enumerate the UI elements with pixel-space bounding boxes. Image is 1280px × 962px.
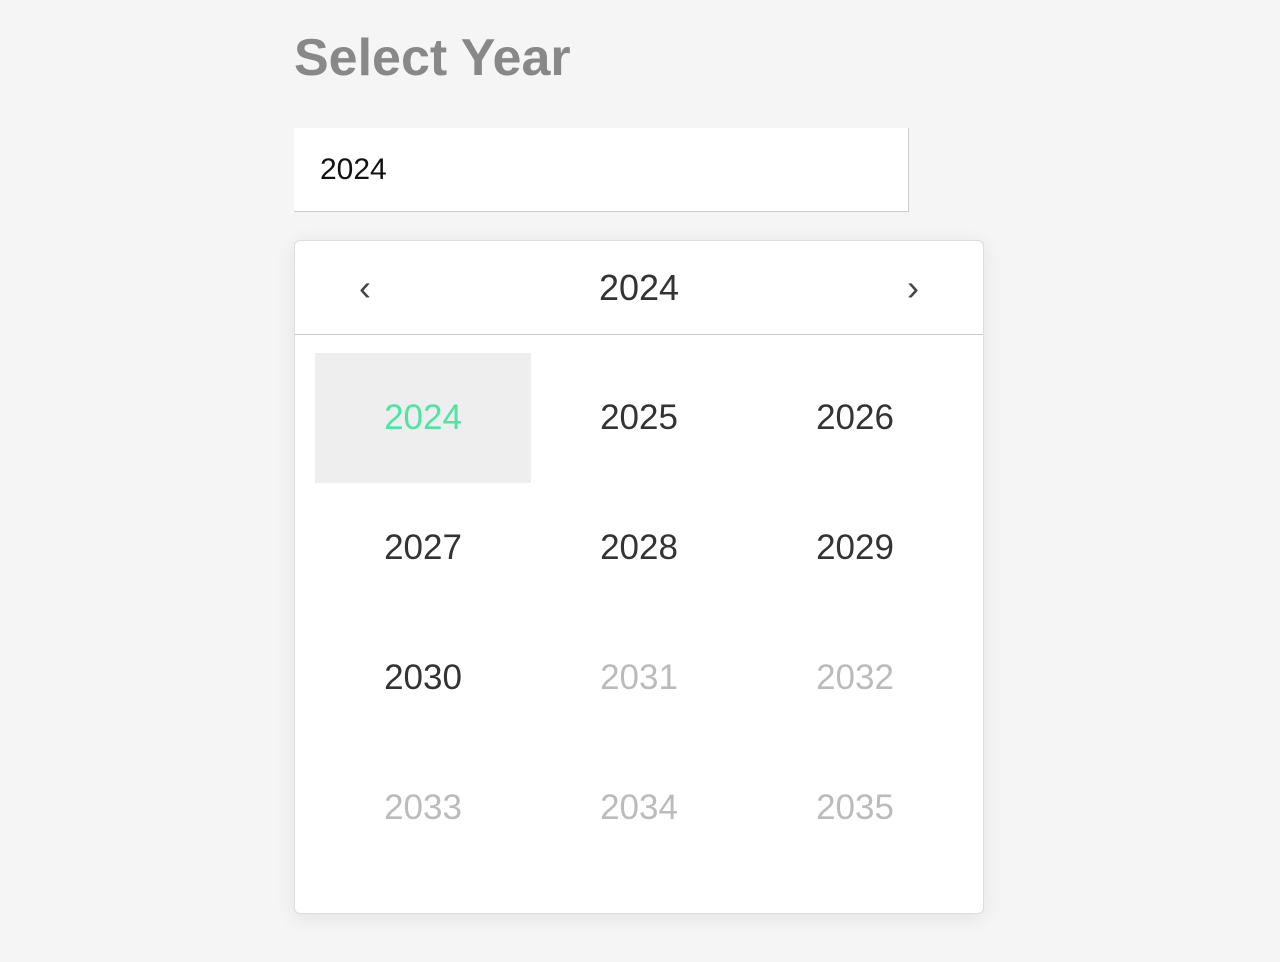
year-cell: 2033 [315,743,531,873]
next-year-button[interactable]: › [883,258,943,318]
picker-header: ‹ 2024 › [295,241,983,335]
year-cell[interactable]: 2025 [531,353,747,483]
year-cell: 2031 [531,613,747,743]
year-cell: 2034 [531,743,747,873]
year-cell[interactable]: 2028 [531,483,747,613]
page-title: Select Year [294,28,1280,88]
year-cell[interactable]: 2027 [315,483,531,613]
year-cell[interactable]: 2029 [747,483,963,613]
year-picker-panel: ‹ 2024 › 2024 2025 2026 2027 2028 2029 2… [294,240,984,914]
year-cell: 2032 [747,613,963,743]
year-cell[interactable]: 2024 [315,353,531,483]
year-input[interactable] [294,128,909,212]
previous-year-button[interactable]: ‹ [335,258,395,318]
chevron-right-icon: › [907,267,919,309]
year-cell: 2035 [747,743,963,873]
picker-header-year[interactable]: 2024 [599,267,679,309]
year-grid: 2024 2025 2026 2027 2028 2029 2030 2031 … [295,335,983,913]
year-cell[interactable]: 2030 [315,613,531,743]
year-cell[interactable]: 2026 [747,353,963,483]
chevron-left-icon: ‹ [359,267,371,309]
